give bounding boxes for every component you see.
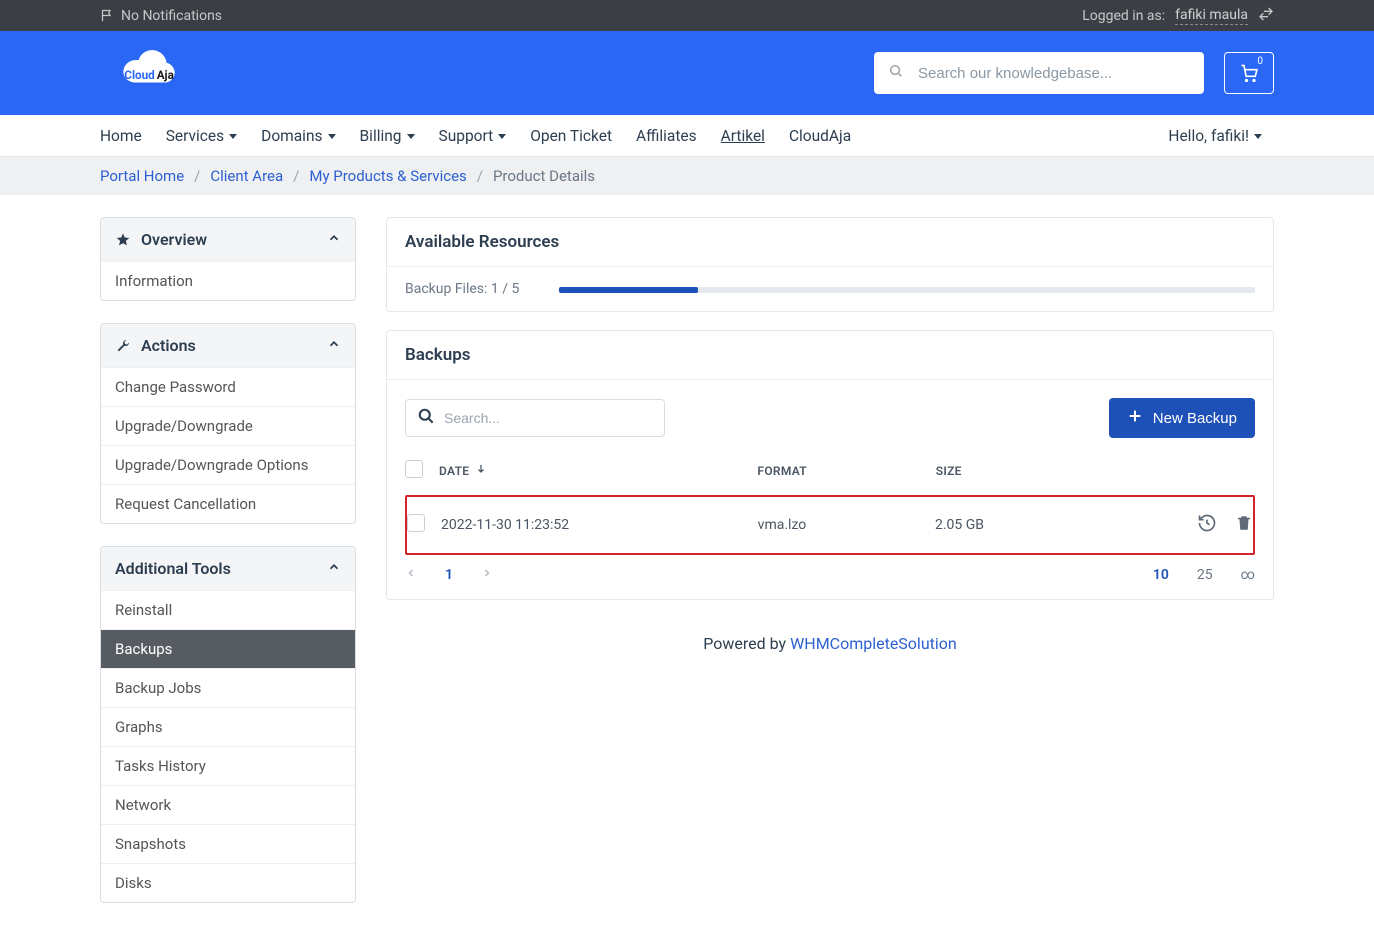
pagesize-10[interactable]: 10 xyxy=(1153,567,1169,583)
sidebar-item-reinstall[interactable]: Reinstall xyxy=(101,590,355,629)
crumb-portal-home[interactable]: Portal Home xyxy=(100,167,184,185)
knowledgebase-search[interactable] xyxy=(874,52,1204,94)
svg-text:Cloud: Cloud xyxy=(124,67,154,81)
col-header-date[interactable]: DATE xyxy=(439,463,757,478)
sort-down-icon xyxy=(475,463,487,478)
sidebar-item-upgrade[interactable]: Upgrade/Downgrade xyxy=(101,406,355,445)
sidebar-item-tasks-history[interactable]: Tasks History xyxy=(101,746,355,785)
nav-domains[interactable]: Domains xyxy=(249,115,347,156)
sidebar-item-change-password[interactable]: Change Password xyxy=(101,367,355,406)
notifications-indicator[interactable]: No Notifications xyxy=(100,8,222,24)
caret-down-icon xyxy=(407,134,415,139)
pager-prev[interactable] xyxy=(405,567,417,583)
sidebar-item-disks[interactable]: Disks xyxy=(101,863,355,902)
pager-page-1[interactable]: 1 xyxy=(445,567,453,583)
plus-icon xyxy=(1127,408,1143,428)
table-row: 2022-11-30 11:23:52 vma.lzo 2.05 GB xyxy=(405,495,1255,555)
logged-in-label: Logged in as: xyxy=(1082,8,1165,24)
main-nav: Home Services Domains Billing Support Op… xyxy=(0,115,1374,157)
crumb-product-details: Product Details xyxy=(493,167,595,185)
nav-services[interactable]: Services xyxy=(154,115,249,156)
sidebar-tools-panel: Additional Tools Reinstall Backups Backu… xyxy=(100,546,356,903)
sidebar-item-request-cancellation[interactable]: Request Cancellation xyxy=(101,484,355,523)
sidebar-tools-header[interactable]: Additional Tools xyxy=(101,547,355,590)
caret-down-icon xyxy=(328,134,336,139)
svg-text:Aja: Aja xyxy=(157,67,174,81)
row-size: 2.05 GB xyxy=(935,517,1163,533)
cart-button[interactable]: 0 xyxy=(1224,52,1274,94)
sidebar-item-upgrade-options[interactable]: Upgrade/Downgrade Options xyxy=(101,445,355,484)
breadcrumb: Portal Home / Client Area / My Products … xyxy=(0,157,1374,195)
chevron-up-icon xyxy=(327,336,341,355)
row-checkbox[interactable] xyxy=(407,514,425,532)
backups-table-header: DATE FORMAT SIZE xyxy=(405,446,1255,495)
switch-user-icon[interactable] xyxy=(1258,6,1274,26)
chevron-up-icon xyxy=(327,230,341,249)
flag-icon xyxy=(100,8,115,23)
backups-title: Backups xyxy=(387,331,1273,380)
powered-by: Powered by WHMCompleteSolution xyxy=(386,618,1274,693)
nav-affiliates[interactable]: Affiliates xyxy=(624,115,709,156)
sidebar-actions-header[interactable]: Actions xyxy=(101,324,355,367)
knowledgebase-search-input[interactable] xyxy=(918,65,1190,82)
nav-artikel[interactable]: Artikel xyxy=(709,115,777,156)
sidebar-overview-panel: Overview Information xyxy=(100,217,356,301)
nav-user-menu[interactable]: Hello, fafiki! xyxy=(1156,115,1274,156)
delete-icon[interactable] xyxy=(1235,513,1253,537)
backups-card: Backups New Backup xyxy=(386,330,1274,600)
nav-billing[interactable]: Billing xyxy=(348,115,427,156)
chevron-up-icon xyxy=(327,559,341,578)
pagesize-25[interactable]: 25 xyxy=(1197,567,1213,583)
wrench-icon xyxy=(115,338,131,354)
cart-count-badge: 0 xyxy=(1254,56,1266,68)
sidebar-item-network[interactable]: Network xyxy=(101,785,355,824)
crumb-my-products[interactable]: My Products & Services xyxy=(309,167,466,185)
backup-files-progress xyxy=(559,287,1255,293)
nav-support[interactable]: Support xyxy=(427,115,519,156)
pager-next[interactable] xyxy=(481,567,493,583)
backups-search[interactable] xyxy=(405,399,665,437)
nav-open-ticket[interactable]: Open Ticket xyxy=(518,115,624,156)
crumb-client-area[interactable]: Client Area xyxy=(210,167,283,185)
search-icon xyxy=(416,406,436,430)
backup-files-label: Backup Files: 1 / 5 xyxy=(405,281,519,297)
available-resources-card: Available Resources Backup Files: 1 / 5 xyxy=(386,217,1274,312)
sidebar-item-backup-jobs[interactable]: Backup Jobs xyxy=(101,668,355,707)
powered-link[interactable]: WHMCompleteSolution xyxy=(790,634,957,653)
col-header-size[interactable]: SIZE xyxy=(936,464,1165,478)
caret-down-icon xyxy=(229,134,237,139)
available-resources-title: Available Resources xyxy=(387,218,1273,267)
pager: 1 10 25 ∞ xyxy=(405,555,1255,599)
sidebar-item-information[interactable]: Information xyxy=(101,261,355,300)
nav-cloudaja[interactable]: CloudAja xyxy=(777,115,863,156)
logged-in-user[interactable]: fafiki maula xyxy=(1175,7,1248,25)
sidebar-item-backups[interactable]: Backups xyxy=(101,629,355,668)
row-format: vma.lzo xyxy=(758,517,935,533)
sidebar-actions-panel: Actions Change Password Upgrade/Downgrad… xyxy=(100,323,356,524)
sidebar-item-snapshots[interactable]: Snapshots xyxy=(101,824,355,863)
notifications-text: No Notifications xyxy=(121,8,222,24)
sidebar-overview-header[interactable]: Overview xyxy=(101,218,355,261)
star-icon xyxy=(115,232,131,248)
select-all-checkbox[interactable] xyxy=(405,460,423,478)
caret-down-icon xyxy=(1254,134,1262,139)
col-header-format[interactable]: FORMAT xyxy=(757,464,935,478)
pagesize-inf[interactable]: ∞ xyxy=(1241,567,1255,583)
row-date: 2022-11-30 11:23:52 xyxy=(441,517,758,533)
search-icon xyxy=(888,63,904,83)
caret-down-icon xyxy=(498,134,506,139)
restore-icon[interactable] xyxy=(1197,513,1217,537)
nav-home[interactable]: Home xyxy=(100,115,154,156)
sidebar-item-graphs[interactable]: Graphs xyxy=(101,707,355,746)
logo[interactable]: Cloud Aja xyxy=(100,46,190,101)
new-backup-button[interactable]: New Backup xyxy=(1109,398,1255,438)
backups-search-input[interactable] xyxy=(444,410,654,426)
